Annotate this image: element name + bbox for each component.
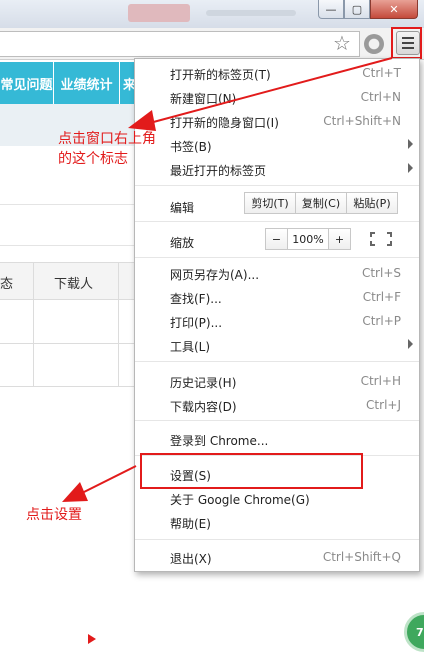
table-header-cell: 下载人 xyxy=(54,277,94,292)
table-row-line xyxy=(0,343,134,344)
table-column-line xyxy=(33,262,34,386)
menu-item-print[interactable]: 打印(P)... Ctrl+P xyxy=(135,309,419,333)
menu-item-shortcut: Ctrl+F xyxy=(362,290,401,304)
status-badge[interactable]: 72 xyxy=(404,612,424,652)
menu-item-new-window[interactable]: 新建窗口(N) Ctrl+N xyxy=(135,85,419,109)
menu-item-recent-tabs[interactable]: 最近打开的标签页 xyxy=(135,157,419,181)
menu-item-incognito[interactable]: 打开新的隐身窗口(I) Ctrl+Shift+N xyxy=(135,109,419,133)
cut-button[interactable]: 剪切(T) xyxy=(244,192,296,214)
blurred-titlebar-element xyxy=(128,4,190,22)
menu-item-label: 缩放 xyxy=(170,236,195,250)
copy-button[interactable]: 复制(C) xyxy=(295,192,347,214)
menu-item-tools[interactable]: 工具(L) xyxy=(135,333,419,357)
menu-item-label: 最近打开的标签页 xyxy=(170,164,267,178)
annotation-text: 的这个标志 xyxy=(58,151,128,167)
menu-item-signin[interactable]: 登录到 Chrome... xyxy=(135,427,419,451)
fullscreen-corner xyxy=(387,232,392,237)
settings-highlight xyxy=(140,453,363,489)
edit-button-group: 剪切(T) 复制(C) 粘贴(P) xyxy=(244,192,398,214)
paste-button[interactable]: 粘贴(P) xyxy=(346,192,398,214)
fullscreen-corner xyxy=(387,241,392,246)
submenu-arrow-icon xyxy=(408,339,413,349)
menu-item-label: 帮助(E) xyxy=(170,517,211,531)
menu-item-help[interactable]: 帮助(E) xyxy=(135,510,419,534)
fullscreen-corner xyxy=(370,232,375,237)
menu-separator xyxy=(135,185,419,186)
star-icon[interactable]: ☆ xyxy=(333,31,351,55)
annotation-note-menu: 点击窗口右上角 的这个标志 xyxy=(58,129,156,169)
minimize-button[interactable]: — xyxy=(318,0,344,19)
menu-item-downloads[interactable]: 下载内容(D) Ctrl+J xyxy=(135,393,419,417)
menu-item-label: 打开新的隐身窗口(I) xyxy=(170,116,279,130)
table-header-cell: 态 xyxy=(0,277,14,292)
submenu-arrow-icon xyxy=(408,163,413,173)
zoom-level: 100% xyxy=(287,228,329,250)
menu-item-save-page[interactable]: 网页另存为(A)... Ctrl+S xyxy=(135,261,419,285)
menu-item-label: 编辑 xyxy=(170,201,195,215)
cursor-icon xyxy=(88,634,96,644)
menu-item-label: 登录到 Chrome... xyxy=(170,434,269,448)
zoom-in-button[interactable]: + xyxy=(328,228,351,250)
menu-item-shortcut: Ctrl+T xyxy=(362,66,401,80)
menu-item-label: 下载内容(D) xyxy=(170,400,237,414)
menu-item-shortcut: Ctrl+S xyxy=(361,266,401,280)
table-column-line xyxy=(118,262,119,386)
menu-item-label: 工具(L) xyxy=(170,340,211,354)
close-button[interactable]: ✕ xyxy=(370,0,418,19)
arrowhead-icon xyxy=(62,482,88,502)
page-tab[interactable]: 常见问题 xyxy=(0,62,54,104)
submenu-arrow-icon xyxy=(408,139,413,149)
annotation-text: 点击窗口右上角 xyxy=(58,131,156,147)
menu-item-shortcut: Ctrl+H xyxy=(360,374,401,388)
browser-toolbar xyxy=(0,28,424,60)
blurred-titlebar-text xyxy=(206,10,296,16)
menu-item-exit[interactable]: 退出(X) Ctrl+Shift+Q xyxy=(135,545,419,569)
fullscreen-icon[interactable] xyxy=(370,232,392,246)
zoom-out-button[interactable]: − xyxy=(265,228,288,250)
menu-item-label: 打开新的标签页(T) xyxy=(170,68,271,82)
menu-item-about[interactable]: 关于 Google Chrome(G) xyxy=(135,486,419,510)
menu-item-label: 打印(P)... xyxy=(170,316,223,330)
fullscreen-corner xyxy=(370,241,375,246)
menu-item-label: 网页另存为(A)... xyxy=(170,268,260,282)
menu-separator xyxy=(135,257,419,258)
menu-item-history[interactable]: 历史记录(H) Ctrl+H xyxy=(135,369,419,393)
menu-separator xyxy=(135,361,419,362)
menu-separator xyxy=(135,221,419,222)
menu-item-bookmarks[interactable]: 书签(B) xyxy=(135,133,419,157)
divider xyxy=(0,204,134,205)
menu-item-label: 查找(F)... xyxy=(170,292,222,306)
menu-item-shortcut: Ctrl+N xyxy=(360,90,401,104)
extension-icon[interactable] xyxy=(364,34,384,54)
menu-item-shortcut: Ctrl+J xyxy=(366,398,401,412)
address-bar[interactable] xyxy=(0,31,360,57)
menu-item-label: 退出(X) xyxy=(170,552,212,566)
menu-item-label: 历史记录(H) xyxy=(170,376,237,390)
menu-item-label: 书签(B) xyxy=(170,140,212,154)
menu-item-new-tab[interactable]: 打开新的标签页(T) Ctrl+T xyxy=(135,61,419,85)
zoom-controls: − 100% + xyxy=(265,228,351,250)
maximize-button[interactable]: ▢ xyxy=(344,0,370,19)
arrow-line-to-settings xyxy=(79,465,137,495)
menu-item-find[interactable]: 查找(F)... Ctrl+F xyxy=(135,285,419,309)
menu-item-shortcut: Ctrl+Shift+N xyxy=(323,114,401,128)
menu-separator xyxy=(135,420,419,421)
annotation-note-settings: 点击设置 xyxy=(26,507,82,523)
menu-item-shortcut: Ctrl+Shift+Q xyxy=(322,550,401,564)
menu-item-label: 关于 Google Chrome(G) xyxy=(170,493,310,507)
menu-separator xyxy=(135,539,419,540)
menu-item-shortcut: Ctrl+P xyxy=(362,314,401,328)
divider xyxy=(0,245,134,246)
table-row-line xyxy=(0,386,134,387)
window-titlebar: — ▢ ✕ xyxy=(0,0,424,28)
menu-item-label: 新建窗口(N) xyxy=(170,92,237,106)
page-tab[interactable]: 业绩统计 xyxy=(54,62,120,104)
chrome-menu: 打开新的标签页(T) Ctrl+T 新建窗口(N) Ctrl+N 打开新的隐身窗… xyxy=(134,58,420,572)
page-tabs: 常见问题 业绩统计 来 xyxy=(0,62,140,104)
menu-button-highlight xyxy=(391,27,422,59)
